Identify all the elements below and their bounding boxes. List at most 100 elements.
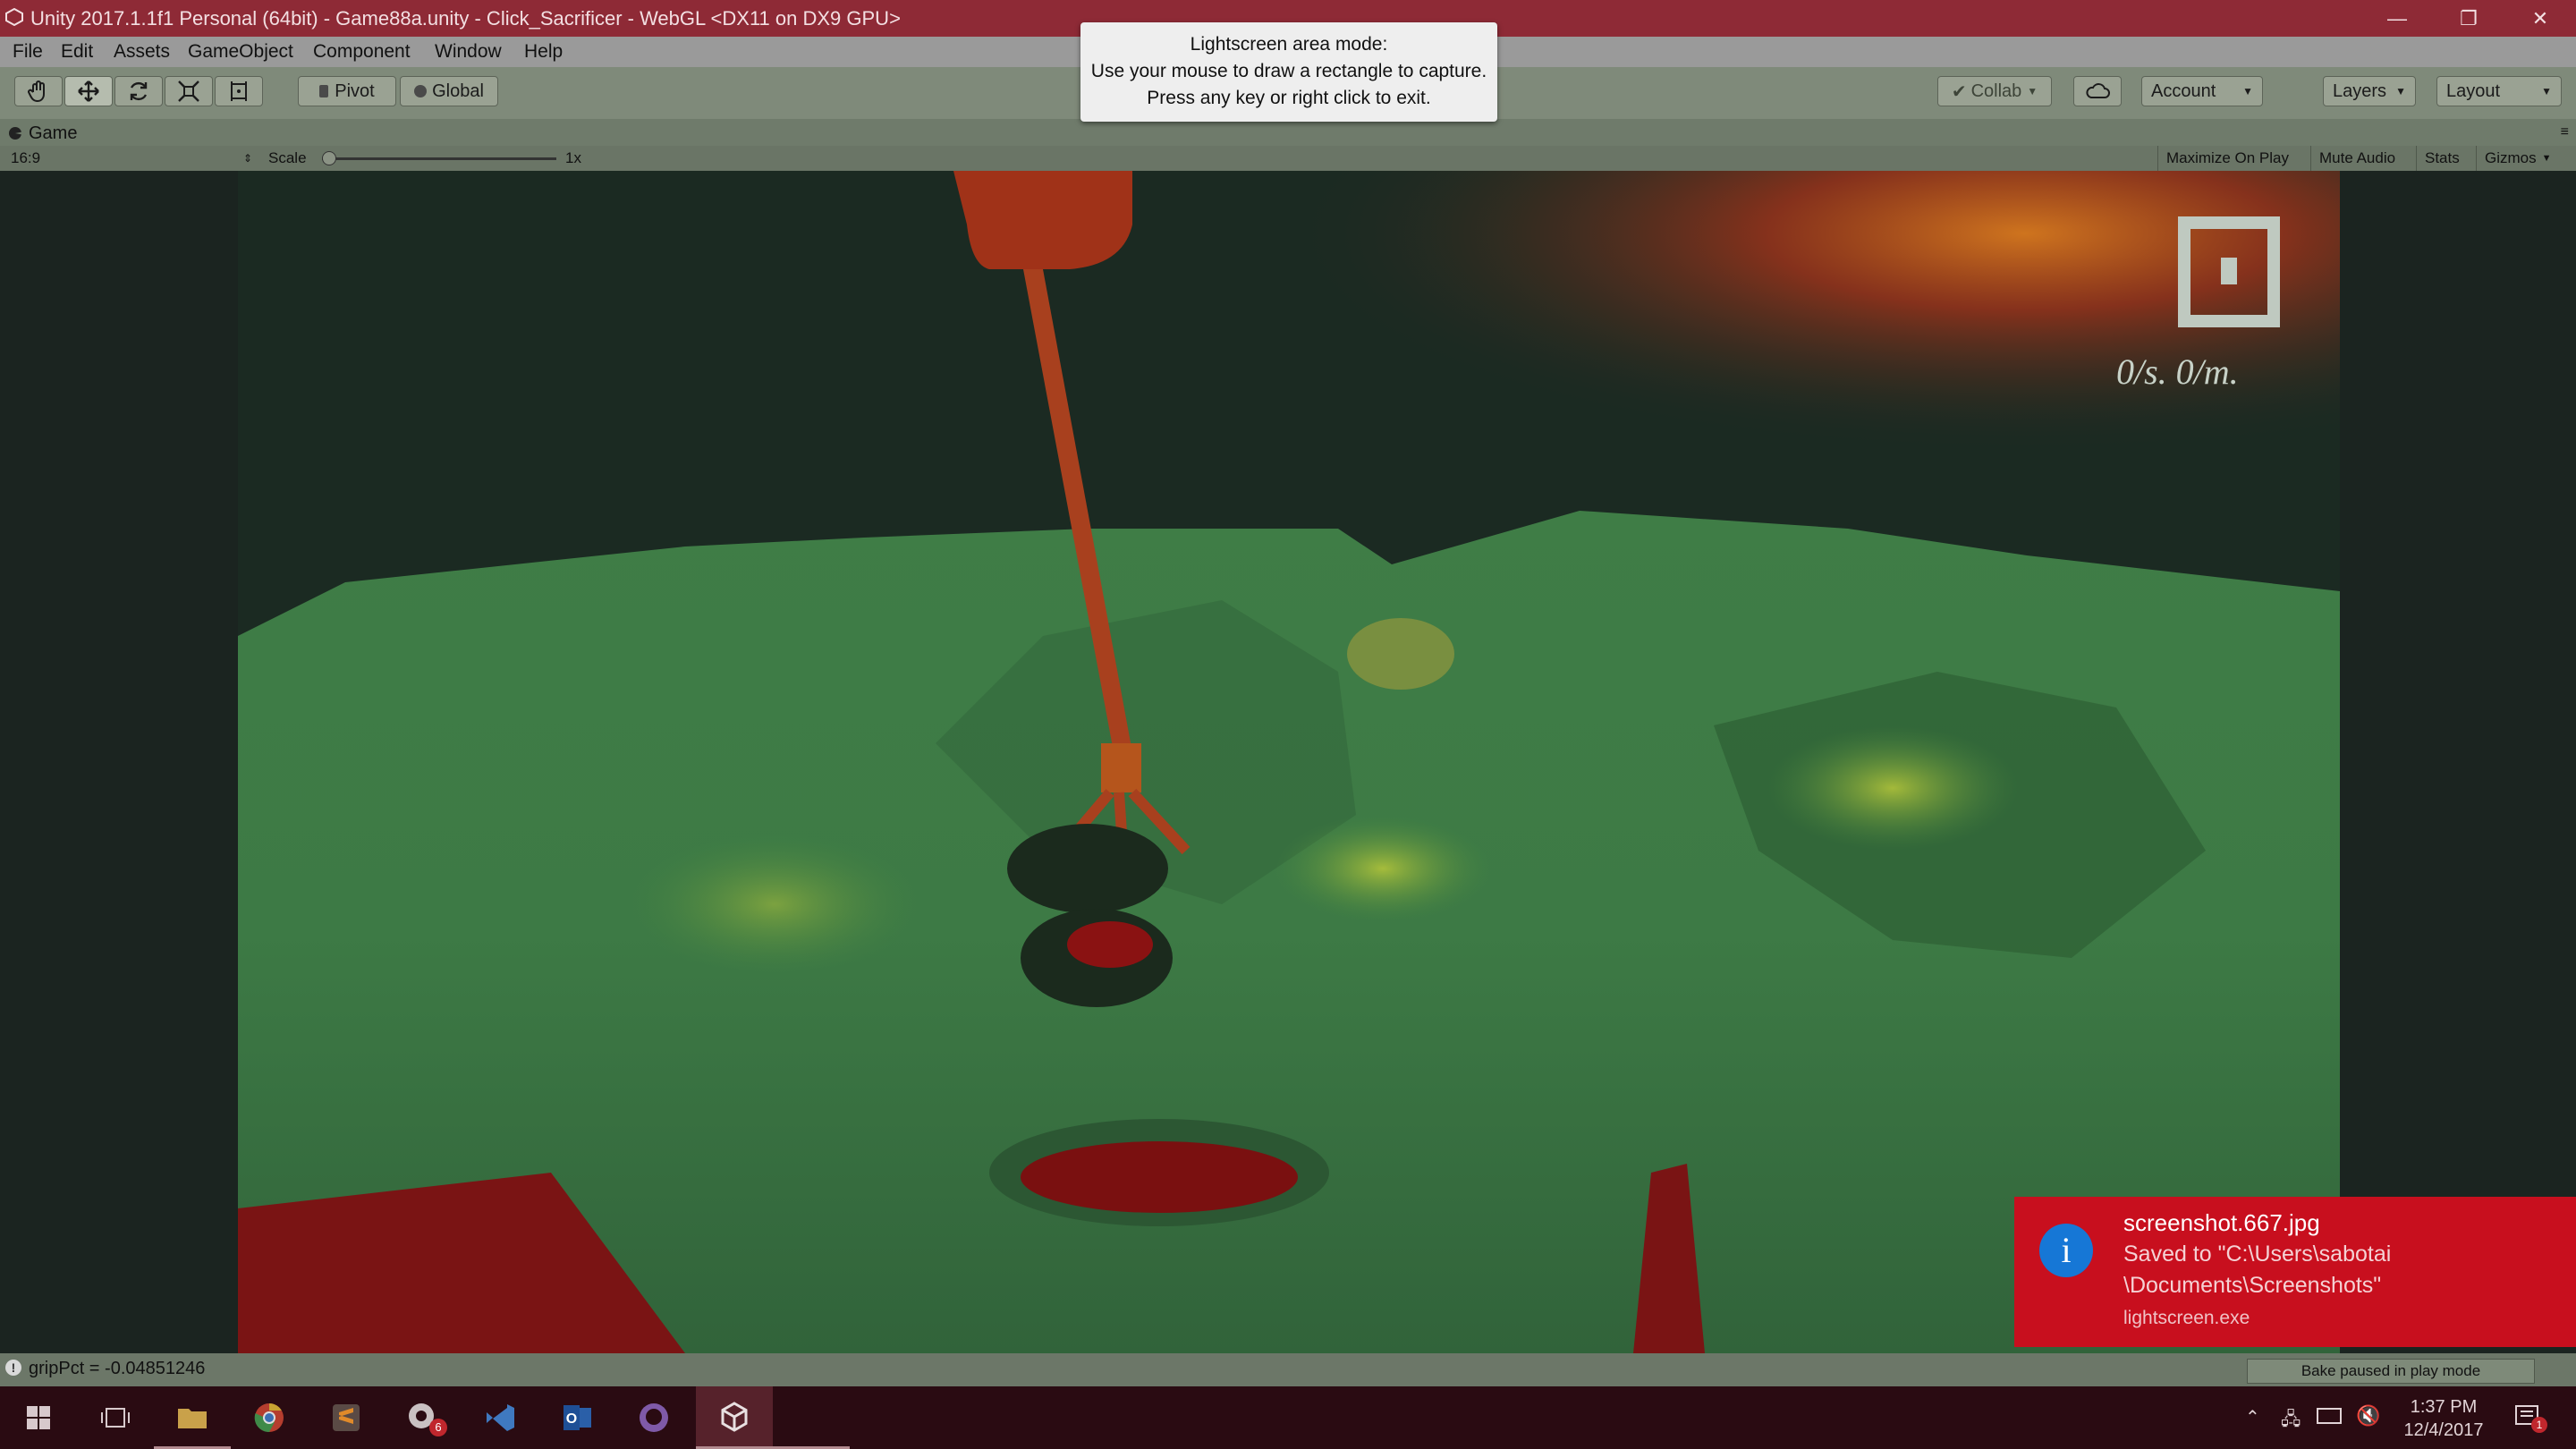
tab-game-label: Game bbox=[29, 123, 78, 143]
menu-assets[interactable]: Assets bbox=[114, 41, 170, 63]
move-tool-button[interactable] bbox=[64, 76, 113, 106]
taskbar-app-badge[interactable]: 6 bbox=[385, 1386, 462, 1449]
scale-slider-track[interactable] bbox=[322, 151, 556, 165]
global-toggle-button[interactable]: Global bbox=[400, 76, 498, 106]
layout-label: Layout bbox=[2446, 80, 2501, 101]
clock-time: 1:37 PM bbox=[2410, 1397, 2478, 1417]
window-title: Unity 2017.1.1f1 Personal (64bit) - Game… bbox=[30, 7, 901, 30]
scale-value: 1x bbox=[565, 149, 581, 166]
collab-label: Collab bbox=[1970, 80, 2022, 101]
menu-gameobject[interactable]: GameObject bbox=[188, 41, 293, 63]
highlight bbox=[1347, 618, 1454, 690]
info-icon: i bbox=[2039, 1224, 2093, 1277]
clock-date: 12/4/2017 bbox=[2403, 1420, 2484, 1440]
minimize-button[interactable]: — bbox=[2361, 0, 2433, 37]
rect-transform-icon bbox=[231, 81, 247, 101]
scale-slider-thumb[interactable] bbox=[322, 151, 336, 165]
toast-title: screenshot.667.jpg bbox=[2123, 1209, 2320, 1236]
toast-app-name: lightscreen.exe bbox=[2123, 1308, 2250, 1328]
pivot-label: Pivot bbox=[335, 80, 375, 101]
maximize-on-play-toggle[interactable]: Maximize On Play bbox=[2157, 146, 2297, 171]
menu-file[interactable]: File bbox=[13, 41, 43, 63]
sublime-icon bbox=[333, 1404, 360, 1431]
volume-muted-icon[interactable]: 🔇 bbox=[2356, 1404, 2380, 1428]
taskbar-sublime[interactable] bbox=[308, 1386, 385, 1449]
action-center-button[interactable]: 1 bbox=[2513, 1402, 2547, 1437]
toast-line-2: \Documents\Screenshots" bbox=[2123, 1273, 2382, 1298]
windows-icon bbox=[27, 1406, 50, 1429]
taskbar-file-explorer[interactable] bbox=[154, 1386, 231, 1449]
network-icon[interactable]: 🖧 bbox=[2281, 1406, 2301, 1436]
gizmos-label: Gizmos bbox=[2485, 149, 2537, 166]
status-bar: ! gripPct = -0.04851246 Bake paused in p… bbox=[0, 1353, 2576, 1386]
hud-counter: 0/s. 0/m. bbox=[2116, 352, 2239, 392]
hand-tool-button[interactable] bbox=[14, 76, 63, 106]
highlight bbox=[631, 833, 918, 976]
menu-help[interactable]: Help bbox=[524, 41, 563, 63]
folder-icon bbox=[178, 1408, 207, 1428]
menu-edit[interactable]: Edit bbox=[61, 41, 93, 63]
tab-menu-icon[interactable]: ≡ bbox=[2561, 124, 2569, 140]
taskbar-unity[interactable] bbox=[696, 1386, 773, 1449]
game-scene[interactable]: 0/s. 0/m. bbox=[238, 171, 2340, 1353]
code-editor-icon bbox=[487, 1404, 514, 1431]
tray-overflow-icon[interactable]: ⌃ bbox=[2245, 1406, 2260, 1428]
gizmos-dropdown[interactable]: Gizmos ▼ bbox=[2476, 146, 2560, 171]
outlook-icon: O bbox=[564, 1405, 591, 1430]
menu-component[interactable]: Component bbox=[313, 41, 411, 63]
taskbar-visual-studio-code[interactable] bbox=[462, 1386, 538, 1449]
layers-label: Layers bbox=[2333, 80, 2387, 101]
unity-icon bbox=[5, 8, 23, 26]
scale-icon bbox=[178, 80, 199, 102]
badge-count: 6 bbox=[429, 1419, 447, 1436]
task-view-icon bbox=[101, 1408, 130, 1428]
layers-dropdown[interactable]: Layers ▼ bbox=[2323, 76, 2416, 106]
rotate-icon bbox=[130, 81, 148, 101]
taskbar-unity-secondary[interactable] bbox=[773, 1386, 850, 1449]
account-dropdown[interactable]: Account ▼ bbox=[2141, 76, 2263, 106]
notification-count: 1 bbox=[2531, 1417, 2547, 1433]
pivot-toggle-button[interactable]: Pivot bbox=[298, 76, 396, 106]
toast-line-1: Saved to "C:\Users\sabotai bbox=[2123, 1241, 2392, 1267]
game-tab-bar: Game ≡ bbox=[0, 119, 2576, 146]
unity-icon bbox=[721, 1401, 748, 1432]
clock[interactable]: 1:37 PM 12/4/2017 bbox=[2390, 1395, 2497, 1442]
pivot-icon bbox=[319, 85, 329, 97]
cloud-button[interactable] bbox=[2073, 76, 2122, 106]
aspect-value: 16:9 bbox=[11, 149, 41, 166]
creature-mark bbox=[1067, 921, 1153, 968]
tab-game[interactable]: Game bbox=[9, 121, 77, 146]
battery-icon[interactable] bbox=[2317, 1408, 2342, 1424]
layout-dropdown[interactable]: Layout ▼ bbox=[2436, 76, 2562, 106]
chevron-down-icon: ▼ bbox=[2541, 85, 2552, 97]
creature-shadow bbox=[1007, 824, 1168, 913]
task-view-button[interactable] bbox=[77, 1386, 154, 1449]
chevron-down-icon: ▼ bbox=[2242, 85, 2253, 97]
hand-icon bbox=[28, 80, 45, 103]
close-button[interactable]: ✕ bbox=[2504, 0, 2576, 37]
rect-tool-button[interactable] bbox=[215, 76, 263, 106]
taskbar-github[interactable] bbox=[615, 1386, 692, 1449]
aspect-dropdown[interactable]: 16:9 ⇕ bbox=[11, 146, 252, 171]
taskbar-chrome[interactable] bbox=[231, 1386, 308, 1449]
start-button[interactable] bbox=[0, 1386, 77, 1449]
collab-button[interactable]: ✔ Collab ▼ bbox=[1937, 76, 2052, 106]
updown-icon: ⇕ bbox=[242, 152, 252, 165]
rotate-tool-button[interactable] bbox=[114, 76, 163, 106]
chrome-icon bbox=[254, 1403, 284, 1433]
scale-tool-button[interactable] bbox=[165, 76, 213, 106]
console-log-message[interactable]: gripPct = -0.04851246 bbox=[29, 1359, 205, 1379]
stats-toggle[interactable]: Stats bbox=[2416, 146, 2468, 171]
chevron-down-icon: ▼ bbox=[2395, 85, 2406, 97]
github-icon bbox=[640, 1403, 668, 1432]
account-label: Account bbox=[2151, 80, 2216, 101]
game-options-bar: 16:9 ⇕ Scale 1x Maximize On Play Mute Au… bbox=[0, 146, 2576, 172]
cloud-icon bbox=[2086, 83, 2110, 98]
menu-window[interactable]: Window bbox=[435, 41, 502, 63]
move-icon bbox=[78, 80, 99, 102]
scale-label: Scale bbox=[268, 149, 307, 166]
taskbar-outlook[interactable]: O bbox=[538, 1386, 615, 1449]
screenshot-saved-toast[interactable]: i screenshot.667.jpg Saved to "C:\Users\… bbox=[2014, 1197, 2576, 1347]
mute-audio-toggle[interactable]: Mute Audio bbox=[2310, 146, 2403, 171]
restore-button[interactable]: ❐ bbox=[2433, 0, 2504, 37]
